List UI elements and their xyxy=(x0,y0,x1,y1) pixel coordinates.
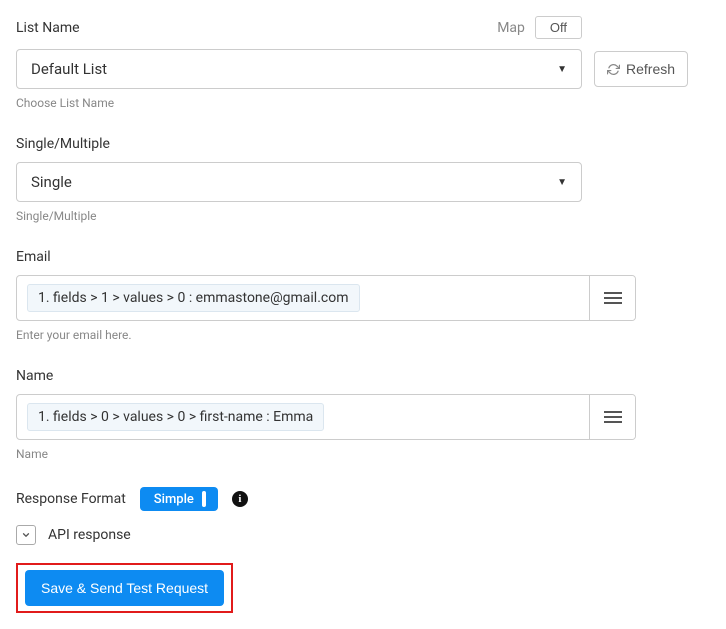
email-helper: Enter your email here. xyxy=(16,328,636,342)
response-format-label: Response Format xyxy=(16,491,126,507)
name-options-button[interactable] xyxy=(589,395,635,439)
chevron-down-icon xyxy=(21,530,31,540)
name-input[interactable]: 1. fields > 0 > values > 0 > first-name … xyxy=(17,395,589,439)
info-icon[interactable]: i xyxy=(232,491,248,507)
api-response-expand[interactable] xyxy=(16,525,36,545)
hamburger-icon xyxy=(604,292,622,304)
single-multiple-helper: Single/Multiple xyxy=(16,209,582,223)
email-input[interactable]: 1. fields > 1 > values > 0 : emmastone@g… xyxy=(17,276,589,320)
list-name-label: List Name xyxy=(16,20,80,36)
refresh-label: Refresh xyxy=(626,61,675,77)
name-helper: Name xyxy=(16,447,636,461)
save-button-highlight: Save & Send Test Request xyxy=(16,563,233,613)
email-mapping-chip[interactable]: 1. fields > 1 > values > 0 : emmastone@g… xyxy=(27,284,360,312)
api-response-label: API response xyxy=(48,527,131,543)
refresh-icon xyxy=(607,63,620,76)
single-multiple-label: Single/Multiple xyxy=(16,136,110,152)
single-multiple-select[interactable]: Single ▼ xyxy=(16,162,582,202)
list-name-field: List Name Map Off Default List ▼ Refresh… xyxy=(16,16,710,110)
single-multiple-value: Single xyxy=(31,173,72,191)
response-format-row: Response Format Simple i xyxy=(16,487,710,511)
name-label: Name xyxy=(16,368,53,384)
refresh-button[interactable]: Refresh xyxy=(594,51,688,87)
name-mapping-chip[interactable]: 1. fields > 0 > values > 0 > first-name … xyxy=(27,403,324,431)
name-field: Name 1. fields > 0 > values > 0 > first-… xyxy=(16,368,636,461)
list-name-helper: Choose List Name xyxy=(16,96,710,110)
response-format-value: Simple xyxy=(154,492,194,507)
email-field: Email 1. fields > 1 > values > 0 : emmas… xyxy=(16,249,636,342)
email-label: Email xyxy=(16,249,51,265)
list-name-select[interactable]: Default List ▼ xyxy=(16,49,582,89)
caret-down-icon: ▼ xyxy=(557,177,567,188)
api-response-row: API response xyxy=(16,525,710,545)
save-send-test-button[interactable]: Save & Send Test Request xyxy=(25,570,224,606)
map-toggle-button[interactable]: Off xyxy=(535,16,582,39)
caret-down-icon: ▼ xyxy=(557,64,567,75)
email-options-button[interactable] xyxy=(589,276,635,320)
hamburger-icon xyxy=(604,411,622,423)
list-name-value: Default List xyxy=(31,60,107,78)
response-format-toggle[interactable]: Simple xyxy=(140,487,218,511)
single-multiple-field: Single/Multiple Single ▼ Single/Multiple xyxy=(16,136,582,223)
map-label: Map xyxy=(497,20,525,36)
toggle-knob xyxy=(202,491,206,507)
